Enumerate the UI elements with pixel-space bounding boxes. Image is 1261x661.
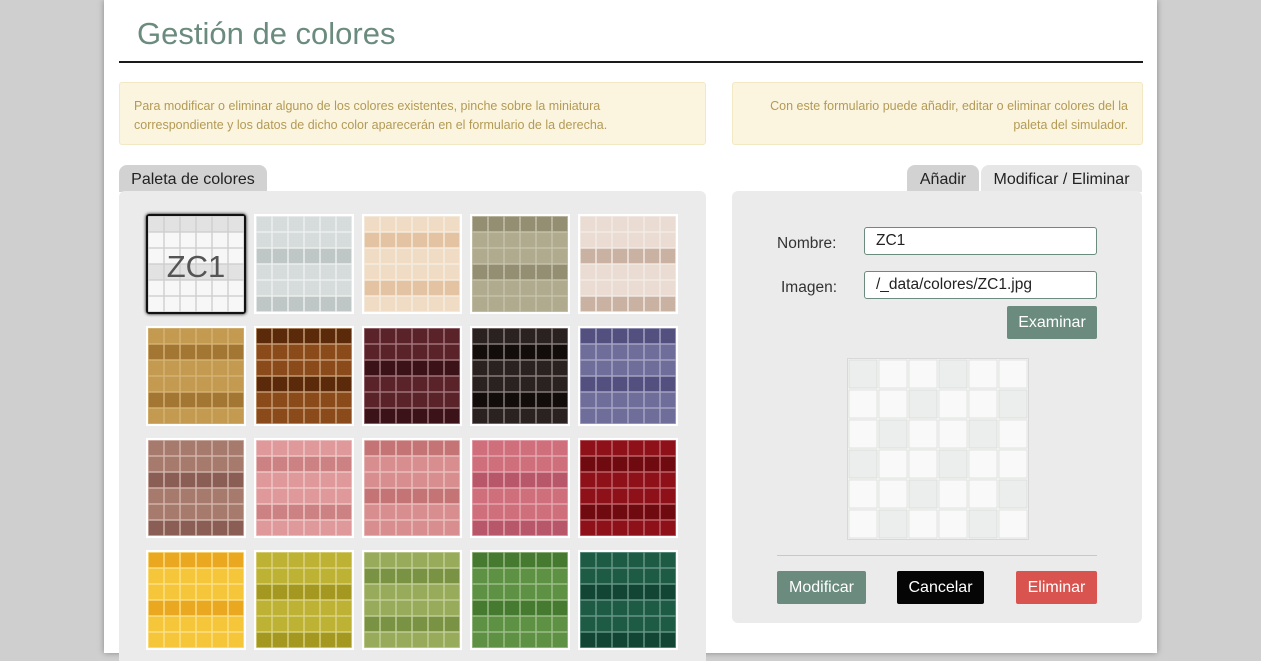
tile-texture-icon <box>364 552 460 648</box>
color-swatch[interactable] <box>146 326 246 426</box>
color-swatch[interactable] <box>362 550 462 650</box>
tile-texture-icon <box>148 328 244 424</box>
color-swatch[interactable] <box>470 326 570 426</box>
image-label: Imagen: <box>781 279 838 296</box>
color-swatch[interactable] <box>470 438 570 538</box>
tile-texture-icon <box>580 216 676 312</box>
color-swatch[interactable] <box>578 214 678 314</box>
image-path-input[interactable] <box>864 271 1097 299</box>
color-swatch[interactable] <box>254 214 354 314</box>
tile-preview-icon <box>848 359 1028 539</box>
modify-button[interactable]: Modificar <box>777 571 866 604</box>
color-swatch[interactable] <box>578 326 678 426</box>
tile-texture-icon <box>472 216 568 312</box>
info-note-left: Para modificar o eliminar alguno de los … <box>119 82 706 145</box>
color-swatch[interactable] <box>362 438 462 538</box>
browse-button[interactable]: Examinar <box>1007 306 1097 339</box>
tile-texture-icon <box>256 552 352 648</box>
tile-texture-icon <box>580 552 676 648</box>
tab-modify-delete[interactable]: Modificar / Eliminar <box>981 165 1142 192</box>
palette-panel: ZC1 <box>119 191 706 661</box>
color-swatch[interactable] <box>254 550 354 650</box>
color-swatch[interactable] <box>362 214 462 314</box>
tile-texture-icon <box>364 440 460 536</box>
color-swatch[interactable] <box>254 438 354 538</box>
tile-texture-icon <box>364 216 460 312</box>
color-swatch[interactable] <box>470 214 570 314</box>
page-container: Gestión de colores Para modificar o elim… <box>104 0 1157 661</box>
page-title: Gestión de colores <box>137 16 396 51</box>
color-swatch[interactable] <box>578 550 678 650</box>
name-label: Nombre: <box>777 235 837 252</box>
title-divider <box>119 61 1143 63</box>
color-swatch[interactable] <box>470 550 570 650</box>
tile-texture-icon <box>148 440 244 536</box>
color-swatch[interactable] <box>362 326 462 426</box>
color-swatch[interactable] <box>254 326 354 426</box>
color-swatch[interactable] <box>578 438 678 538</box>
name-input[interactable] <box>864 227 1097 255</box>
tile-texture-icon <box>364 328 460 424</box>
tab-add[interactable]: Añadir <box>907 165 979 192</box>
color-swatch[interactable] <box>146 438 246 538</box>
tile-texture-icon <box>148 552 244 648</box>
color-preview-image <box>847 358 1029 540</box>
tile-texture-icon <box>256 328 352 424</box>
tile-texture-icon <box>580 440 676 536</box>
tile-texture-icon <box>472 552 568 648</box>
cancel-button[interactable]: Cancelar <box>897 571 984 604</box>
swatch-label: ZC1 <box>166 249 226 284</box>
tile-texture-icon <box>256 440 352 536</box>
info-note-right: Con este formulario puede añadir, editar… <box>732 82 1143 145</box>
color-swatch[interactable]: ZC1 <box>146 214 246 314</box>
delete-button[interactable]: Eliminar <box>1016 571 1097 604</box>
form-divider <box>777 555 1097 556</box>
tab-palette[interactable]: Paleta de colores <box>119 165 267 192</box>
color-form-panel: Nombre: Imagen: Examinar Modificar Cance… <box>732 191 1142 623</box>
tile-texture-icon <box>580 328 676 424</box>
tile-texture-icon <box>256 216 352 312</box>
tile-texture-icon <box>472 440 568 536</box>
tile-texture-icon <box>472 328 568 424</box>
color-swatch[interactable] <box>146 550 246 650</box>
